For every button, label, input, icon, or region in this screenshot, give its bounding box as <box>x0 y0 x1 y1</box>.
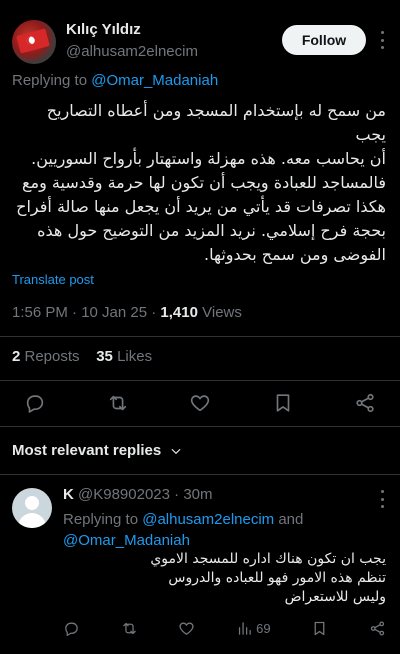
likes-label[interactable]: Likes <box>113 348 152 365</box>
more-options-icon[interactable] <box>376 28 388 52</box>
reply-views[interactable]: 69 <box>236 620 271 637</box>
replies-sort-selector[interactable]: Most relevant replies <box>12 442 183 459</box>
divider <box>0 426 400 427</box>
share-icon[interactable] <box>354 392 376 414</box>
tweet-actions <box>24 390 376 416</box>
reposts-label[interactable]: Reposts <box>20 348 80 365</box>
tweet-body-line: هكذا تصرفات قد يأتي من يريد أن يجعل منها… <box>16 197 386 216</box>
reply-body-line: وليس للاستعراض <box>284 589 386 605</box>
replying-to-link[interactable]: @Omar_Madaniah <box>91 72 218 89</box>
views-label: Views <box>197 304 242 321</box>
views-icon <box>239 621 251 635</box>
author-handle[interactable]: @alhusam2elnecim <box>66 43 198 60</box>
tweet-body-line: من سمح له بإستخدام المسجد ومن أعطاه التص… <box>46 101 386 144</box>
reply-replying-and: and <box>274 511 304 528</box>
replies-sort-label: Most relevant replies <box>12 442 162 459</box>
reply-icon[interactable] <box>63 620 80 637</box>
tweet-body-line: بحجة فرح إسلامي. نريد المزيد من التوضيح … <box>37 221 386 240</box>
chevron-down-icon <box>171 448 181 454</box>
repost-icon[interactable] <box>107 392 129 414</box>
reply-replying-to-link[interactable]: @Omar_Madaniah <box>63 532 190 549</box>
tweet-stats: 2 Reposts 35 Likes <box>12 348 152 365</box>
reply-author-handle[interactable]: @K98902023 <box>78 486 170 503</box>
divider <box>0 336 400 337</box>
heart-icon[interactable] <box>178 620 195 637</box>
bookmark-icon[interactable] <box>311 620 328 637</box>
reply-replying-prefix: Replying to <box>63 511 143 528</box>
tweet-meta: 1:56 PM · 10 Jan 25 · 1,410 Views <box>12 304 242 321</box>
replying-to: Replying to @Omar_Madaniah <box>12 72 218 89</box>
divider <box>0 474 400 475</box>
reply-author-avatar[interactable] <box>12 488 52 528</box>
reply-header: K @K98902023 · 30m <box>63 486 213 503</box>
reply-body: يجب ان تكون هناك اداره للمسجد الاموي تنظ… <box>63 550 386 607</box>
reply-icon[interactable] <box>24 392 46 414</box>
tweet-body-line: الفوضى ومن سمح بحدوثها. <box>203 245 386 264</box>
divider <box>0 380 400 381</box>
tweet-header: Kılıç Yıldız @alhusam2elnecim Follow <box>12 16 388 64</box>
flag-image <box>16 28 50 54</box>
author-name[interactable]: Kılıç Yıldız <box>66 21 141 38</box>
translate-post-link[interactable]: Translate post <box>12 272 94 287</box>
reply-author-name[interactable]: K <box>63 486 74 503</box>
reply-body-line: يجب ان تكون هناك اداره للمسجد الاموي <box>150 551 386 567</box>
tweet-time[interactable]: 1:56 PM · 10 Jan 25 · <box>12 304 160 321</box>
reply-replying-to-link[interactable]: @alhusam2elnecim <box>142 511 274 528</box>
likes-count[interactable]: 35 <box>96 348 113 365</box>
follow-button[interactable]: Follow <box>282 25 366 55</box>
bookmark-icon[interactable] <box>272 392 294 414</box>
tweet-body: من سمح له بإستخدام المسجد ومن أعطاه التص… <box>12 99 386 267</box>
reply-replying-to: Replying to @alhusam2elnecim and @Omar_M… <box>63 509 388 551</box>
tweet-body-line: أن يحاسب معه. هذه مهزلة واستهتار بأرواح … <box>31 149 386 168</box>
heart-icon[interactable] <box>189 392 211 414</box>
tweet-body-line: فالمساجد للعبادة ويجب أن تكون لها حرمة و… <box>22 173 386 192</box>
repost-icon[interactable] <box>121 620 138 637</box>
reply-views-count: 69 <box>256 620 271 636</box>
reply-body-line: تنظم هذه الامور فهو للعباده والدروس <box>168 570 386 586</box>
views-count: 1,410 <box>160 304 198 321</box>
share-icon[interactable] <box>369 620 386 637</box>
reply-more-options-icon[interactable] <box>376 490 388 508</box>
reply-time[interactable]: · 30m <box>170 486 212 503</box>
replying-prefix: Replying to <box>12 72 92 89</box>
reply-actions: 69 <box>63 618 386 638</box>
author-avatar[interactable] <box>12 20 56 64</box>
